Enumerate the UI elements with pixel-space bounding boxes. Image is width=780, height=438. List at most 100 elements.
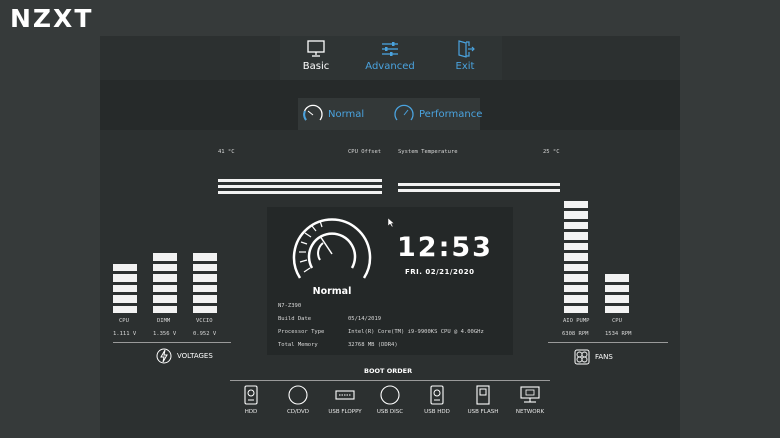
system-temp-bar [398, 189, 560, 192]
voltage-bar-segment [193, 295, 217, 303]
build-date-value: 05/14/2019 [348, 316, 382, 322]
processor-value: Intel(R) Core(TM) i9-9900KS CPU @ 4.00GH… [348, 329, 484, 335]
voltage-bar-segment [193, 284, 217, 292]
build-date-label: Build Date [278, 316, 312, 322]
memory-label: Total Memory [278, 342, 318, 348]
fan-bar-segment [564, 274, 588, 282]
mode-normal-button[interactable]: Normal [302, 101, 364, 127]
voltages-title: VOLTAGES [177, 352, 213, 360]
hdd-icon [430, 385, 444, 405]
fan-bar-segment [605, 274, 629, 282]
fan-label: AIO PUMP [563, 318, 590, 324]
voltage-label: VCCIO [196, 318, 213, 324]
boot-item-label: USB DISC [376, 409, 404, 415]
fan-bar-segment [605, 305, 629, 313]
voltage-value: 1.356 V [153, 331, 177, 337]
nav-basic-label: Basic [302, 61, 330, 72]
hdd-icon [244, 385, 258, 405]
fan-bar-segment [605, 295, 629, 303]
nav-advanced-label: Advanced [365, 61, 415, 72]
boot-item-label: CD/DVD [286, 409, 310, 415]
fan-bar-segment [564, 253, 588, 261]
voltage-bar-segment [193, 263, 217, 271]
voltage-bar-segment [153, 274, 177, 282]
monitor-icon [307, 40, 325, 57]
voltage-bar-segment [113, 295, 137, 303]
voltage-label: DIMM [157, 318, 171, 324]
voltage-bar-segment [153, 253, 177, 261]
processor-label: Processor Type [278, 329, 325, 335]
mouse-cursor-icon [388, 218, 395, 228]
cpu-temp-bar [218, 191, 382, 194]
disc-icon [288, 385, 308, 405]
voltage-bar-segment [193, 274, 217, 282]
boot-item-label: USB FLOPPY [328, 409, 362, 415]
fans-divider [548, 342, 668, 343]
fan-bar-segment [564, 200, 588, 208]
boot-item-label: HDD [244, 409, 258, 415]
nav-exit[interactable]: Exit [428, 40, 502, 72]
fan-bar-segment [564, 242, 588, 250]
mode-performance-label: Performance [419, 108, 483, 120]
system-temp-label: System Temperature [398, 149, 458, 155]
voltage-bar-segment [193, 253, 217, 261]
gauge-icon [303, 104, 323, 121]
fan-bar-segment [605, 284, 629, 292]
boot-item-network[interactable]: NETWORK [502, 385, 558, 415]
voltage-value: 1.111 V [113, 331, 137, 337]
network-icon [520, 386, 540, 403]
cpu-temp-value: 41 °C [218, 149, 235, 155]
clock-time: 12:53 [397, 232, 493, 263]
gauge-icon [394, 104, 414, 121]
voltage-bar-segment [193, 305, 217, 313]
cpu-offset-label: CPU Offset [348, 149, 382, 155]
memory-value: 32768 MB (DDR4) [348, 342, 398, 348]
nav-exit-label: Exit [455, 61, 475, 72]
fans-section-title: FANS [574, 349, 613, 365]
sliders-icon [382, 42, 398, 56]
fan-bar-segment [564, 263, 588, 271]
voltage-bar-segment [113, 284, 137, 292]
exit-door-icon [458, 40, 475, 58]
performance-gauge [292, 218, 372, 279]
fan-bar-segment [564, 284, 588, 292]
boot-item-label: USB FLASH [467, 409, 499, 415]
voltage-label: CPU [119, 318, 129, 324]
fan-bar-segment [564, 232, 588, 240]
cpu-temp-bar [218, 185, 382, 188]
usb-icon [335, 390, 355, 400]
voltage-bar-segment [153, 305, 177, 313]
usb-flash-icon [476, 385, 490, 405]
fan-bar-segment [564, 295, 588, 303]
system-temp-value: 25 °C [543, 149, 560, 155]
voltage-bar-segment [113, 263, 137, 271]
fans-title: FANS [595, 353, 613, 361]
fan-bar-segment [564, 211, 588, 219]
boot-item-label: USB HDD [424, 409, 450, 415]
disc-icon [380, 385, 400, 405]
gauge-label: Normal [312, 286, 352, 297]
fan-icon [574, 349, 590, 365]
boot-item-label: NETWORK [515, 409, 545, 415]
voltage-bar-segment [153, 284, 177, 292]
voltage-value: 0.952 V [193, 331, 217, 337]
cpu-temp-bar [218, 179, 382, 182]
voltage-bar-segment [113, 305, 137, 313]
boot-order-title: BOOT ORDER [364, 367, 413, 375]
boot-order-divider [230, 380, 550, 381]
lightning-icon [156, 348, 172, 364]
nzxt-logo: NZXT [10, 4, 94, 33]
nav-advanced[interactable]: Advanced [353, 40, 427, 72]
voltages-divider [113, 342, 231, 343]
fan-bar-segment [564, 221, 588, 229]
nav-basic[interactable]: Basic [279, 40, 353, 72]
system-temp-bar [398, 183, 560, 186]
fan-value: 6308 RPM [562, 331, 589, 337]
mode-normal-label: Normal [328, 108, 365, 120]
clock-date: FRI. 02/21/2020 [405, 268, 475, 276]
voltages-section-title: VOLTAGES [156, 348, 213, 364]
model-name: N7-Z390 [278, 303, 302, 309]
mode-performance-button[interactable]: Performance [393, 101, 482, 127]
fan-bar-segment [564, 305, 588, 313]
voltage-bar-segment [153, 263, 177, 271]
